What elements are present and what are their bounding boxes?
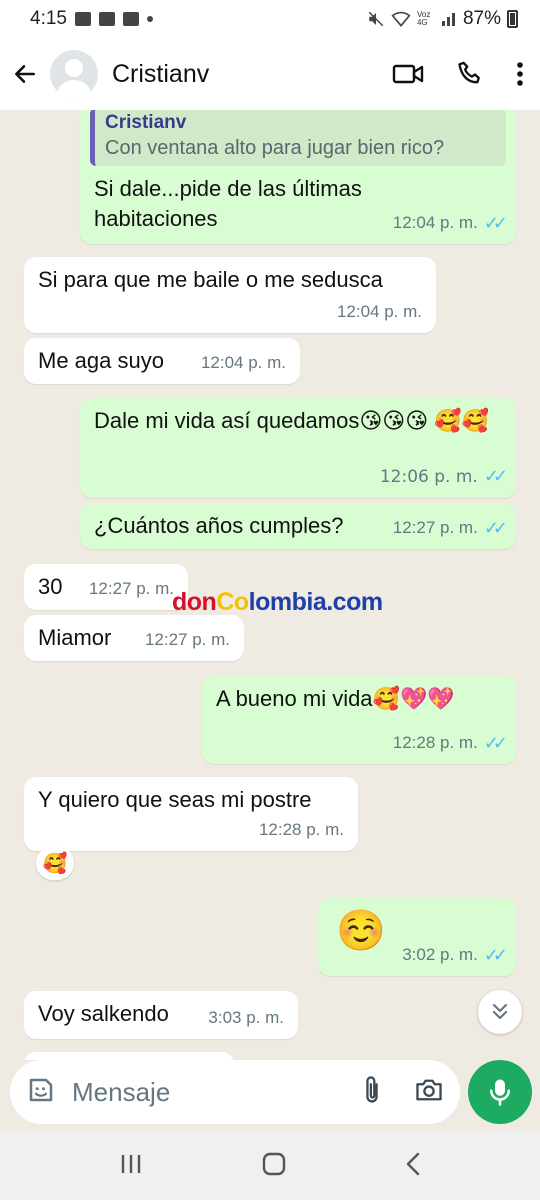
back-nav-icon[interactable] bbox=[405, 1152, 421, 1181]
message-meta: 12:04 p. m. bbox=[201, 348, 286, 378]
message-bubble-outgoing[interactable]: A bueno mi vida🥰💖💖 12:28 p. m. ✓✓ bbox=[202, 676, 516, 764]
chat-area[interactable]: Cristianv Con ventana alto para jugar bi… bbox=[0, 110, 540, 1060]
message-time: 12:04 p. m. bbox=[392, 213, 478, 232]
watermark: donColombia.com bbox=[172, 588, 383, 617]
message-text: Si dale...pide de las últimas habitacion… bbox=[94, 176, 362, 231]
system-nav-bar bbox=[0, 1132, 540, 1200]
home-icon[interactable] bbox=[262, 1152, 286, 1181]
quote-author: Cristianv bbox=[105, 112, 187, 133]
reaction-emoji: 🥰 bbox=[42, 852, 68, 875]
message-meta: 3:03 p. m. bbox=[208, 1003, 284, 1033]
double-check-icon: ✓✓ bbox=[483, 945, 508, 965]
message-time: 3:02 p. m. bbox=[402, 945, 478, 964]
paperclip-icon[interactable] bbox=[360, 1074, 384, 1111]
message-time: 12:04 p. m. bbox=[200, 353, 286, 372]
message-meta: 12:27 p. m. ✓✓ bbox=[392, 513, 508, 543]
message-time: 12:28 p. m. bbox=[392, 733, 478, 752]
recent-apps-icon[interactable] bbox=[119, 1153, 143, 1180]
message-meta: 12:27 p. m. bbox=[89, 574, 174, 604]
message-bubble-outgoing[interactable]: ¿Cuántos años cumples? 12:27 p. m. ✓✓ bbox=[80, 503, 516, 549]
wifi-icon bbox=[391, 11, 411, 27]
message-meta: 12:28 p. m. ✓✓ bbox=[392, 728, 508, 758]
message-placeholder: Mensaje bbox=[72, 1076, 171, 1107]
message-bubble-incoming[interactable]: Si para que me baile o me sedusca 12:04 … bbox=[24, 257, 436, 333]
message-text: Dale mi vida así quedamos😘😘😘 🥰🥰 bbox=[94, 408, 490, 433]
message-text: Si para que me baile o me sedusca bbox=[38, 267, 383, 292]
double-check-icon: ✓✓ bbox=[483, 733, 508, 753]
message-meta: 12:04 p. m. bbox=[337, 297, 422, 327]
status-time: 4:15 bbox=[30, 8, 67, 29]
message-time: 12:04 p. m. bbox=[336, 302, 422, 321]
youtube-icon bbox=[98, 12, 115, 26]
signal-icon bbox=[441, 13, 455, 26]
message-bubble-incoming[interactable]: Voy salkendo 3:03 p. m. bbox=[24, 991, 298, 1039]
network-label: Voz 4G bbox=[416, 10, 431, 27]
composer: Mensaje bbox=[0, 1058, 540, 1132]
message-time: 12:06 p. m. bbox=[379, 467, 478, 487]
message-meta: 12:27 p. m. bbox=[145, 625, 230, 655]
message-bubble-incoming[interactable]: Y quiero que seas mi postre 12:28 p. m. bbox=[24, 777, 358, 851]
message-time: 12:27 p. m. bbox=[88, 579, 174, 598]
quoted-message[interactable]: Cristianv Con ventana alto para jugar bi… bbox=[90, 110, 506, 166]
double-check-icon: ✓✓ bbox=[483, 518, 508, 538]
message-meta: 12:28 p. m. bbox=[259, 815, 344, 845]
card-icon bbox=[122, 12, 139, 26]
watermark-part: Co bbox=[216, 588, 249, 616]
message-bubble-incoming[interactable]: Miamor 12:27 p. m. bbox=[24, 615, 244, 661]
notification-dot-icon bbox=[146, 16, 153, 22]
message-reaction[interactable]: 🥰 bbox=[36, 846, 74, 880]
double-check-icon: ✓✓ bbox=[483, 466, 508, 487]
message-meta: 12:04 p. m. ✓✓ bbox=[392, 208, 508, 238]
gallery-icon bbox=[74, 12, 91, 26]
message-bubble-outgoing[interactable]: Dale mi vida así quedamos😘😘😘 🥰🥰 12:06 p.… bbox=[80, 398, 516, 498]
message-meta: 3:02 p. m. ✓✓ bbox=[402, 940, 508, 970]
quote-text: Con ventana alto para jugar bien rico? bbox=[105, 137, 445, 159]
watermark-part: lombia.com bbox=[248, 588, 383, 616]
arrow-left-icon[interactable] bbox=[10, 59, 40, 89]
video-call-icon[interactable] bbox=[392, 61, 424, 87]
double-check-icon: ✓✓ bbox=[483, 213, 508, 233]
message-time: 12:28 p. m. bbox=[258, 820, 344, 839]
microphone-icon[interactable] bbox=[468, 1060, 532, 1124]
message-bubble-outgoing[interactable]: Cristianv Con ventana alto para jugar bi… bbox=[80, 110, 516, 244]
mute-icon bbox=[368, 11, 384, 27]
message-meta: 12:06 p. m. ✓✓ bbox=[379, 462, 508, 492]
camera-icon[interactable] bbox=[414, 1076, 444, 1109]
double-chevron-down-icon[interactable] bbox=[478, 990, 522, 1034]
watermark-part: don bbox=[172, 588, 217, 616]
message-input[interactable]: Mensaje bbox=[10, 1060, 460, 1124]
avatar[interactable] bbox=[50, 50, 98, 98]
message-time: 12:27 p. m. bbox=[392, 518, 478, 537]
phone-icon[interactable] bbox=[456, 60, 484, 88]
message-bubble-incoming[interactable]: 30 12:27 p. m. bbox=[24, 564, 188, 610]
battery-icon bbox=[507, 10, 518, 28]
status-bar: 4:15 Voz 4G 87% bbox=[0, 0, 540, 38]
message-bubble-incoming[interactable]: Me aga suyo 12:04 p. m. bbox=[24, 338, 300, 384]
more-vertical-icon[interactable] bbox=[516, 61, 524, 87]
message-text: Y quiero que seas mi postre bbox=[38, 787, 312, 812]
message-time: 3:03 p. m. bbox=[208, 1008, 284, 1027]
contact-name[interactable]: Cristianv bbox=[112, 60, 209, 89]
chat-header: Cristianv bbox=[0, 38, 540, 110]
sticker-icon[interactable] bbox=[26, 1075, 56, 1110]
message-text: A bueno mi vida🥰💖💖 bbox=[216, 686, 455, 711]
battery-percent: 87% bbox=[462, 8, 501, 29]
message-bubble-outgoing[interactable]: ☺️ 3:02 p. m. ✓✓ bbox=[318, 898, 516, 976]
message-time: 12:27 p. m. bbox=[144, 630, 230, 649]
